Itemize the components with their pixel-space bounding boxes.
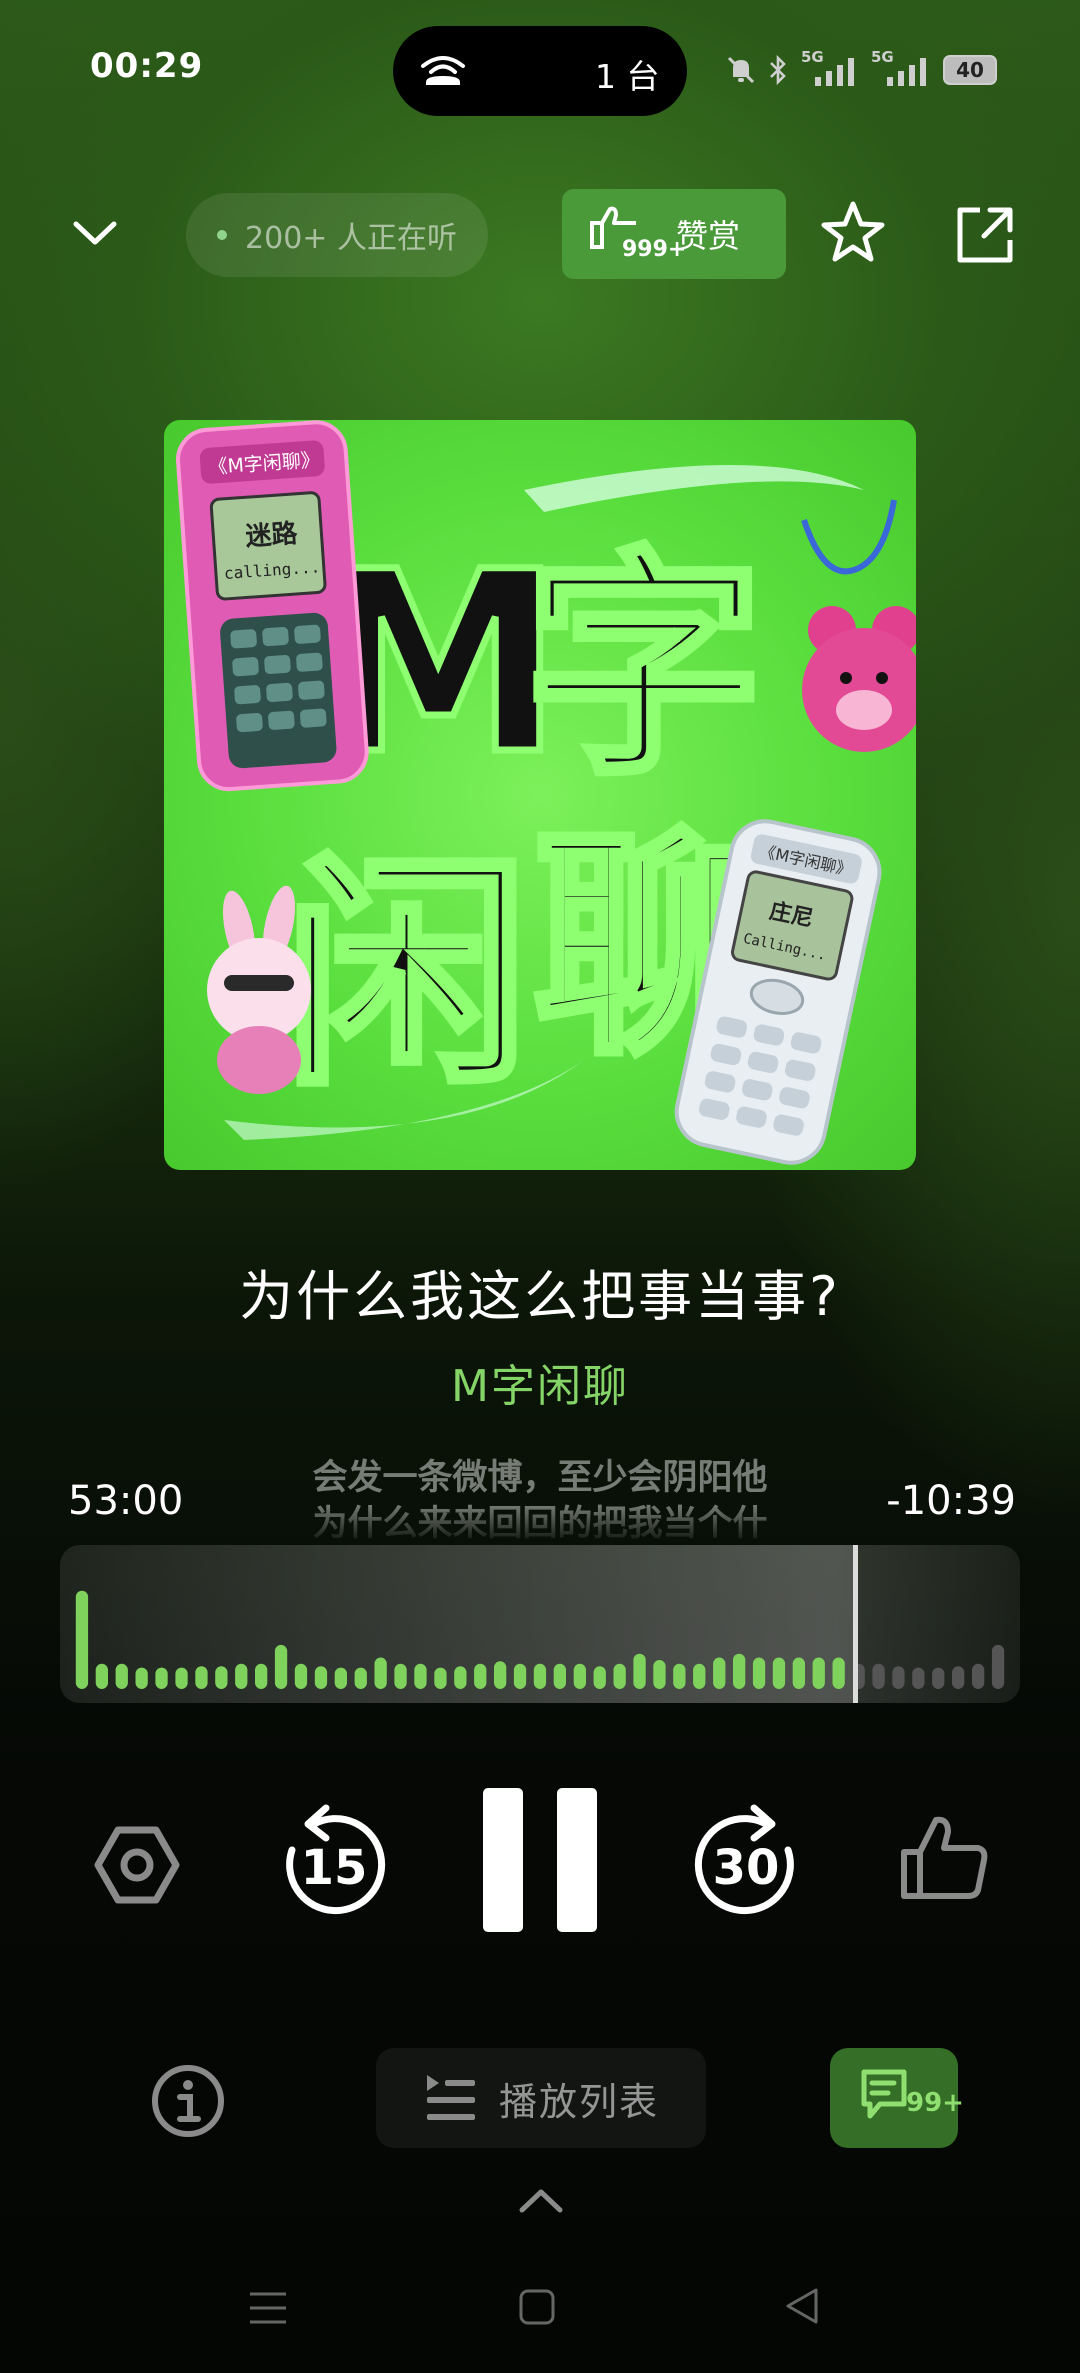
waveform-bar — [135, 1667, 148, 1689]
waveform-bar — [434, 1667, 447, 1689]
show-name-link[interactable]: M字闲聊 — [0, 1350, 1080, 1414]
cellular-signal-1-icon: 5G — [799, 48, 861, 88]
playhead[interactable] — [852, 1545, 858, 1703]
reward-thumb-icon: 999+ — [588, 199, 686, 269]
collapse-chevron-button[interactable] — [60, 200, 130, 270]
waveform-bar — [533, 1663, 547, 1689]
waveform-bars — [75, 1590, 1005, 1689]
battery-icon: 40 — [943, 55, 997, 85]
waveform-bar — [314, 1666, 328, 1689]
waveform-bar — [932, 1667, 945, 1689]
waveform-bar — [294, 1663, 308, 1689]
waveform-seekbar[interactable] — [60, 1545, 1020, 1703]
forward-button[interactable]: 30 — [690, 1800, 802, 1920]
waveform-bar — [613, 1663, 626, 1689]
pause-button[interactable] — [483, 1788, 597, 1932]
waveform-bar — [991, 1644, 1005, 1689]
expand-up-chevron[interactable] — [516, 2180, 566, 2220]
waveform-bar — [274, 1644, 288, 1689]
waveform-bar — [832, 1657, 845, 1689]
waveform-bar — [752, 1657, 766, 1689]
transcript-line-1: 会发一条微博，至少会阴阳他 — [312, 1458, 768, 1498]
playlist-label: 播放列表 — [498, 2079, 659, 2124]
waveform-bar — [354, 1667, 367, 1689]
waveform-bar — [593, 1666, 606, 1689]
waveform-bar — [733, 1653, 746, 1689]
cover-char-3: 闲 — [284, 833, 529, 1118]
favorite-star-button[interactable] — [818, 198, 888, 268]
waveform-bar — [235, 1663, 248, 1689]
waveform-bar — [952, 1666, 965, 1689]
playback-settings-button[interactable] — [92, 1820, 182, 1910]
waveform-bar — [394, 1663, 407, 1689]
waveform-bar — [374, 1657, 387, 1689]
waveform-bar — [713, 1657, 726, 1689]
waveform-bar — [812, 1657, 825, 1689]
waveform-bar — [792, 1657, 805, 1689]
status-time: 00:29 — [90, 46, 204, 86]
nav-home-button[interactable] — [518, 2288, 556, 2326]
cover-char-2: 字 — [524, 527, 764, 807]
waveform-bar — [513, 1663, 527, 1689]
svg-text:迷路: 迷路 — [244, 518, 299, 553]
waveform-bar — [872, 1663, 885, 1689]
playlist-button[interactable]: 播放列表 — [376, 2048, 706, 2148]
wireless-casting-icon — [421, 56, 465, 85]
cellular-signal-2-icon: 5G — [871, 48, 933, 88]
nav-recents-button[interactable] — [248, 2290, 288, 2326]
mute-bell-icon — [727, 56, 755, 84]
rewind-seconds: 15 — [300, 1840, 368, 1896]
connected-devices-count: 1 台 — [595, 57, 660, 96]
waveform-bar — [75, 1590, 89, 1689]
waveform-bar — [553, 1663, 566, 1689]
bluetooth-icon — [770, 54, 786, 86]
reward-button[interactable]: 999+ 赞赏 — [562, 189, 786, 279]
waveform-bar — [215, 1666, 228, 1689]
nav-back-button[interactable] — [782, 2286, 822, 2326]
remaining-time: -10:39 — [886, 1478, 1016, 1524]
playlist-icon — [426, 2075, 475, 2120]
waveform-bar — [95, 1663, 108, 1689]
waveform-bar — [653, 1660, 666, 1689]
comments-button[interactable]: 99+ — [830, 2048, 964, 2148]
waveform-bar — [972, 1663, 985, 1689]
waveform-bar — [573, 1663, 586, 1689]
waveform-bar — [454, 1666, 467, 1689]
forward-seconds: 30 — [712, 1840, 780, 1896]
waveform-bar — [175, 1667, 188, 1689]
live-dot — [217, 230, 228, 240]
reward-count: 999+ — [622, 237, 687, 262]
cover-pink-phone: 《M字闲聊》 迷路 calling... — [176, 420, 369, 792]
waveform-bar — [912, 1667, 925, 1689]
waveform-bar — [673, 1663, 686, 1689]
waveform-bar — [892, 1666, 905, 1689]
status-icons: 5G 5G 40 — [725, 48, 997, 90]
share-button[interactable] — [950, 200, 1020, 270]
transcript-line-2: 为什么来来回回的把我当个什 — [312, 1504, 768, 1544]
like-thumb-button[interactable] — [898, 1812, 990, 1904]
listeners-label: 200+ 人正在听 — [245, 221, 457, 256]
waveform-bar — [494, 1661, 507, 1689]
waveform-bar — [693, 1663, 706, 1689]
episode-title: 为什么我这么把事当事? — [239, 1265, 841, 1328]
waveform-bar — [255, 1663, 268, 1689]
waveform-bar — [633, 1653, 646, 1689]
waveform-bar — [115, 1663, 128, 1689]
waveform-bar — [155, 1667, 168, 1689]
waveform-bar — [414, 1663, 427, 1689]
cover-bear-charm — [801, 499, 916, 752]
rewind-button[interactable]: 15 — [278, 1800, 390, 1920]
episode-info-button[interactable] — [150, 2063, 226, 2139]
transcript-preview[interactable]: 会发一条微博，至少会阴阳他 为什么来来回回的把我当个什 — [250, 1455, 830, 1545]
waveform-bar — [334, 1667, 347, 1689]
pause-icon-right — [557, 1788, 597, 1932]
elapsed-time: 53:00 — [68, 1478, 184, 1524]
comments-count: 99+ — [906, 2088, 964, 2118]
waveform-bar — [474, 1663, 487, 1689]
waveform-bar — [772, 1657, 786, 1689]
podcast-cover-art: M 字 闲 聊 《M字闲聊》 迷路 calling... 《M字闲聊》 庄尼 C… — [164, 420, 916, 1170]
listeners-count-pill[interactable]: 200+ 人正在听 — [186, 193, 488, 277]
pause-icon-left — [483, 1788, 523, 1932]
waveform-bar — [195, 1666, 208, 1689]
